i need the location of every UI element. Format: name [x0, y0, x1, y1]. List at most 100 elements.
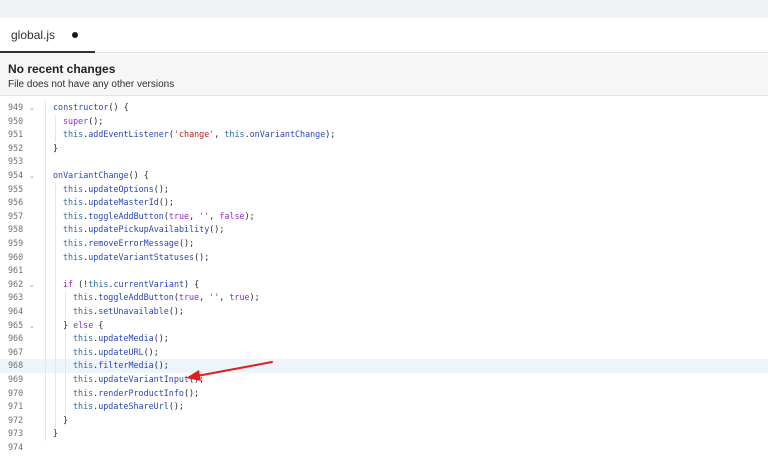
line-number: 955 [8, 183, 24, 194]
code-line[interactable]: 954 ⌄ onVariantChange() { [0, 169, 768, 183]
code-token: updateShareUrl [98, 401, 169, 412]
code-token: true [178, 292, 200, 303]
code-token: removeErrorMessage [88, 238, 179, 248]
code-line[interactable]: 969 this.updateVariantInput(); [0, 373, 768, 387]
code-text: this.filterMedia(); [73, 359, 169, 373]
editor-tab-bar: global.js [0, 18, 768, 53]
code-token: (); [183, 387, 200, 398]
code-token: ); [325, 129, 336, 140]
code-text: this.updateVariantInput(); [73, 373, 204, 387]
indent-guide [55, 114, 56, 142]
line-number: 967 [8, 346, 24, 357]
unsaved-changes-dot-icon[interactable] [72, 32, 78, 38]
code-line[interactable]: 970 this.renderProductInfo(); [0, 387, 768, 401]
code-line[interactable]: 963 this.toggleAddButton(true, '', true); [0, 291, 768, 305]
tab-global-js[interactable]: global.js [0, 18, 95, 53]
code-line[interactable]: 952} [0, 142, 768, 156]
line-number: 974 [8, 442, 24, 452]
code-line[interactable]: 968 this.filterMedia(); [0, 359, 768, 373]
code-token: this [88, 278, 109, 289]
code-token: (); [188, 374, 205, 384]
code-token: this [63, 251, 84, 262]
code-line[interactable]: 961 [0, 264, 768, 278]
code-text: this.setUnavailable(); [73, 305, 184, 319]
version-info-subtitle: File does not have any other versions [8, 79, 175, 90]
code-line[interactable]: 974 [0, 441, 768, 455]
code-token: updateVariantInput [98, 374, 189, 384]
code-line[interactable]: 964 this.setUnavailable(); [0, 305, 768, 319]
code-token: { [93, 319, 104, 330]
code-token: (); [153, 360, 169, 371]
code-token: (); [168, 306, 184, 316]
code-token: 'change' [173, 129, 215, 140]
code-text: this.toggleAddButton(true, '', true); [73, 291, 260, 305]
code-token: addEventListener [88, 129, 169, 140]
code-line[interactable]: 953 [0, 155, 768, 169]
code-text: this.updateShareUrl(); [73, 400, 184, 414]
code-token: () { [128, 170, 149, 180]
line-number: 951 [8, 129, 24, 140]
code-line[interactable]: 973} [0, 427, 768, 441]
code-token: this [63, 129, 84, 140]
code-line[interactable]: 958 this.updatePickupAvailability(); [0, 223, 768, 237]
code-token: (); [143, 346, 159, 357]
code-line[interactable]: 962 ⌄ if (!this.currentVariant) { [0, 278, 768, 292]
code-token: this [63, 238, 84, 248]
code-token: this [63, 197, 84, 208]
code-token: currentVariant [113, 278, 185, 289]
code-token: () { [108, 102, 129, 112]
code-editor[interactable]: 949 ⌄ constructor() {950 super(); 951 this.ad… [0, 96, 768, 474]
code-text: this.toggleAddButton(true, '', false); [63, 210, 255, 224]
code-token: '' [209, 292, 220, 303]
code-token: (); [153, 333, 169, 344]
code-token: ); [244, 210, 255, 221]
line-number: 963 [8, 292, 24, 303]
code-line[interactable]: 971 this.updateShareUrl(); [0, 400, 768, 414]
code-token: this [63, 224, 84, 235]
line-number: 950 [8, 115, 24, 126]
code-line[interactable]: 956 this.updateMasterId(); [0, 196, 768, 210]
line-number: 971 [8, 401, 24, 412]
code-line[interactable]: 955 this.updateOptions(); [0, 183, 768, 197]
line-number: 969 [8, 374, 24, 384]
code-line[interactable]: 960 this.updateVariantStatuses(); [0, 251, 768, 265]
code-line[interactable]: 950 super(); [0, 115, 768, 129]
line-number: 973 [8, 428, 24, 439]
code-text: this.updateMedia(); [73, 332, 169, 346]
code-line[interactable]: 957 this.toggleAddButton(true, '', false)… [0, 210, 768, 224]
code-token: , [209, 210, 220, 221]
code-line[interactable]: 965 ⌄} else { [0, 319, 768, 333]
line-number: 972 [8, 414, 24, 425]
tab-label: global.js [11, 28, 56, 42]
code-text: this.removeErrorMessage(); [63, 237, 194, 251]
code-token: true [229, 292, 250, 303]
line-number: 960 [8, 251, 24, 262]
code-token: this [73, 374, 94, 384]
line-number: 959 [8, 238, 24, 248]
code-line[interactable]: 959 this.removeErrorMessage(); [0, 237, 768, 251]
line-number: 949 [8, 102, 24, 112]
code-token: updateOptions [88, 183, 154, 194]
code-token: (! [73, 278, 89, 289]
line-number: 964 [8, 306, 24, 316]
code-token: this [224, 129, 245, 140]
code-token: onVariantChange [53, 170, 129, 180]
code-text: if (!this.currentVariant) { [63, 278, 199, 292]
code-token: (); [88, 115, 104, 126]
code-line[interactable]: 967 this.updateURL(); [0, 346, 768, 360]
code-token: updateMedia [98, 333, 154, 344]
code-line[interactable]: 966 this.updateMedia(); [0, 332, 768, 346]
code-token: } [53, 142, 59, 153]
code-line[interactable]: 949 ⌄ constructor() { [0, 101, 768, 115]
code-line[interactable]: 972} [0, 414, 768, 428]
code-token: this [73, 387, 94, 398]
line-number: 956 [8, 197, 24, 208]
line-number: 953 [8, 156, 24, 167]
code-token: , [219, 292, 230, 303]
code-line[interactable]: 951 this.addEventListener('change', this.… [0, 128, 768, 142]
code-token: toggleAddButton [98, 292, 174, 303]
line-number: 954 [8, 170, 24, 180]
code-text: this.updateMasterId(); [63, 196, 174, 210]
code-token: true [168, 210, 190, 221]
code-token: updateMasterId [88, 197, 159, 208]
